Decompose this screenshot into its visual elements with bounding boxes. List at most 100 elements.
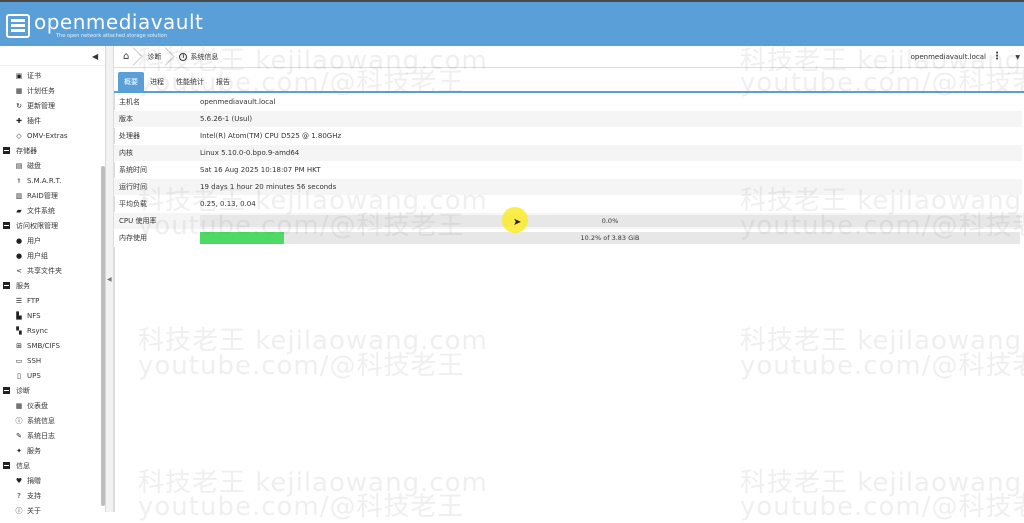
rsync-icon: ▚: [16, 326, 22, 335]
sidebar-item[interactable]: ✦ 服务: [0, 443, 100, 458]
sidebar-item[interactable]: ⓘ 系统信息: [0, 413, 100, 428]
sidebar-item-label: 用户: [27, 236, 41, 245]
info-row: 平均负载 0.25, 0.13, 0.04: [114, 196, 1022, 213]
breadcrumb-system-info[interactable]: i 系统信息: [170, 46, 227, 68]
memory-usage-row: 内存使用 10.2% of 3.83 GiB: [114, 230, 1022, 247]
sidebar-item-label: UPS: [27, 371, 41, 380]
plugin-icon: ✚: [16, 116, 22, 125]
sidebar-item-label: 系统信息: [27, 416, 55, 425]
collapse-group-icon[interactable]: [3, 222, 10, 229]
info-value: Sat 16 Aug 2025 10:18:07 PM HKT: [200, 166, 321, 174]
certificate-icon: ▣: [15, 71, 23, 80]
more-menu-icon[interactable]: ⋮: [992, 51, 1002, 62]
sidebar-item[interactable]: ▥ RAID管理: [0, 188, 100, 203]
cpu-usage-key: CPU 使用率: [119, 217, 157, 225]
splitter-arrow-icon[interactable]: ◀: [107, 276, 112, 283]
sidebar-scrollbar[interactable]: [101, 166, 105, 506]
tab[interactable]: 概要: [118, 72, 144, 92]
dashboard-icon: ▦: [15, 401, 23, 410]
sidebar-group[interactable]: 诊断: [0, 383, 100, 398]
breadcrumb-diagnostics-label[interactable]: 诊断: [147, 52, 161, 62]
sidebar-item[interactable]: ⊞ SMB/CIFS: [0, 338, 100, 353]
sidebar-item-label: 支持: [27, 491, 41, 500]
sidebar-item[interactable]: ↻ 更新管理: [0, 98, 100, 113]
filesystem-icon: ▰: [16, 206, 22, 215]
sidebar-item[interactable]: ? 支持: [0, 488, 100, 503]
sidebar-group[interactable]: 信息: [0, 458, 100, 473]
info-row: 版本 5.6.26-1 (Usul): [114, 111, 1022, 128]
home-icon[interactable]: ⌂: [123, 51, 129, 62]
disk-icon: ▤: [15, 161, 23, 170]
calendar-icon: ▦: [15, 86, 23, 95]
sidebar-item-label: 共享文件夹: [27, 266, 62, 275]
sidebar-item-label: NFS: [27, 311, 41, 320]
sidebar-toolbar: ◀: [0, 46, 105, 66]
sidebar-item[interactable]: ☰ FTP: [0, 293, 100, 308]
sidebar-item[interactable]: ▚ Rsync: [0, 323, 100, 338]
update-icon: ↻: [16, 101, 22, 110]
sidebar-item[interactable]: ▦ 仪表盘: [0, 398, 100, 413]
sidebar-item[interactable]: ✚ 插件: [0, 113, 100, 128]
collapse-group-icon[interactable]: [3, 282, 10, 289]
sidebar-item[interactable]: ▭ SSH: [0, 353, 100, 368]
windows-icon: ⊞: [16, 341, 22, 350]
sidebar-item[interactable]: ▤ 磁盘: [0, 158, 100, 173]
sidebar-item[interactable]: ♥ 捐赠: [0, 473, 100, 488]
sidebar-item[interactable]: ● 用户: [0, 233, 100, 248]
sidebar-item[interactable]: ▙ NFS: [0, 308, 100, 323]
sidebar-splitter[interactable]: ◀: [106, 46, 114, 512]
sidebar-group[interactable]: 存储器: [0, 143, 100, 158]
collapse-group-icon[interactable]: [3, 462, 10, 469]
sidebar-item[interactable]: ▣ 证书: [0, 68, 100, 83]
info-row: 主机名 openmediavault.local: [114, 94, 1022, 111]
breadcrumb-system-info-label[interactable]: 系统信息: [190, 52, 218, 62]
memory-usage-bar: 10.2% of 3.83 GiB: [200, 232, 1020, 244]
hostname-label: openmediavault.local: [910, 53, 986, 61]
sidebar-item-label: FTP: [27, 296, 40, 305]
collapse-group-icon[interactable]: [3, 147, 10, 154]
tab[interactable]: 报告: [210, 72, 236, 92]
heart-icon: ♥: [15, 476, 23, 485]
info-value: 0.25, 0.13, 0.04: [200, 200, 256, 208]
app-logo[interactable]: openmediavault The open network attached…: [6, 12, 203, 39]
info-key: 版本: [119, 115, 133, 123]
sidebar-item[interactable]: ✎ 系统日志: [0, 428, 100, 443]
omv-logo-icon: [6, 13, 30, 38]
sidebar-item-label: 服务: [16, 281, 30, 290]
info-value: Linux 5.10.0-0.bpo.9-amd64: [200, 149, 300, 157]
chevron-down-icon[interactable]: ▼: [1015, 54, 1020, 61]
memory-usage-text: 10.2% of 3.83 GiB: [580, 234, 640, 242]
collapse-group-icon[interactable]: [3, 387, 10, 394]
sidebar-group[interactable]: 服务: [0, 278, 100, 293]
sidebar-item[interactable]: ▯ UPS: [0, 368, 100, 383]
collapse-sidebar-icon[interactable]: ◀: [92, 52, 98, 61]
sidebar-item-label: 计划任务: [27, 86, 55, 95]
info-row: 运行时间 19 days 1 hour 20 minutes 56 seconds: [114, 179, 1022, 196]
wrench-icon: ✦: [16, 446, 22, 455]
info-value: openmediavault.local: [200, 98, 276, 106]
sidebar-item-label: 仪表盘: [27, 401, 48, 410]
cpu-usage-text: 0.0%: [601, 217, 619, 225]
info-row: 系统时间 Sat 16 Aug 2025 10:18:07 PM HKT: [114, 162, 1022, 179]
nfs-icon: ▙: [16, 311, 22, 320]
sidebar-item[interactable]: ● 用户组: [0, 248, 100, 263]
sidebar-group[interactable]: 访问权限管理: [0, 218, 100, 233]
sidebar-item[interactable]: ▦ 计划任务: [0, 83, 100, 98]
sidebar-item-label: 更新管理: [27, 101, 55, 110]
sidebar-item[interactable]: ◇ OMV-Extras: [0, 128, 100, 143]
breadcrumb-diagnostics[interactable]: 诊断: [138, 46, 170, 68]
help-icon: ?: [17, 491, 21, 500]
sidebar-item-label: 插件: [27, 116, 41, 125]
sidebar-item-label: SSH: [27, 356, 42, 365]
sidebar-item-label: 磁盘: [27, 161, 41, 170]
tab[interactable]: 进程: [144, 72, 170, 92]
breadcrumb-home[interactable]: ⌂: [114, 46, 138, 68]
app-header: openmediavault The open network attached…: [0, 0, 1024, 46]
info-key: 内核: [119, 149, 133, 157]
sidebar-item[interactable]: ⓘ 关于: [0, 503, 100, 518]
sidebar-item[interactable]: ▰ 文件系统: [0, 203, 100, 218]
tab[interactable]: 性能统计: [170, 72, 210, 92]
share-icon: <: [16, 266, 22, 275]
sidebar-item[interactable]: ⚕ S.M.A.R.T.: [0, 173, 100, 188]
sidebar-item[interactable]: < 共享文件夹: [0, 263, 100, 278]
